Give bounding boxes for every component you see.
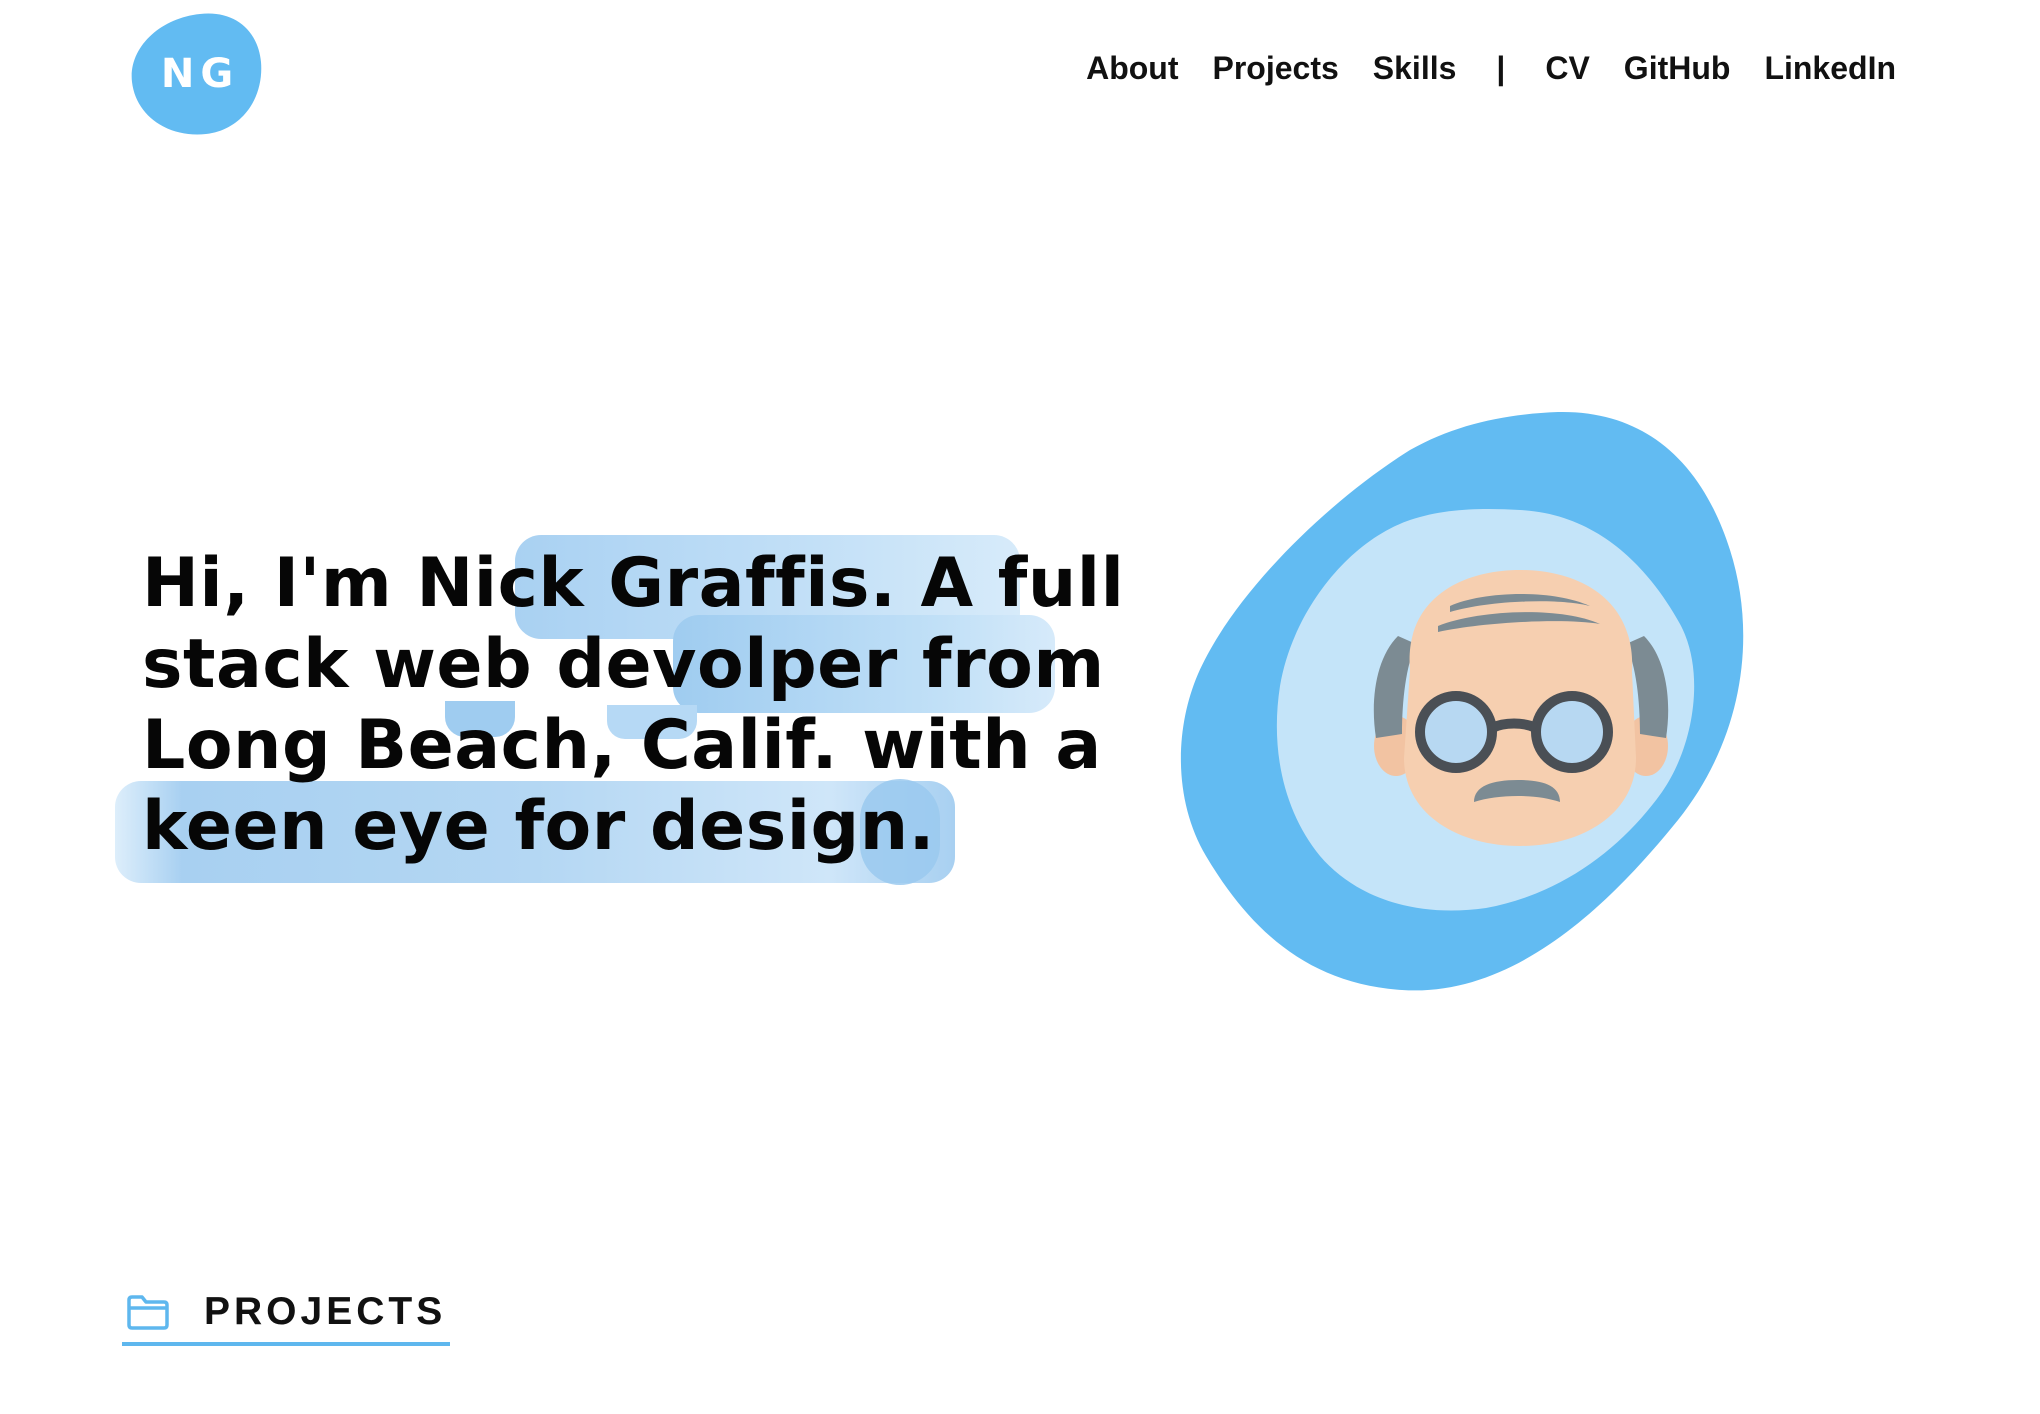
nav-cv[interactable]: CV <box>1545 50 1589 87</box>
nav-github[interactable]: GitHub <box>1624 50 1731 87</box>
projects-section-header[interactable]: PROJECTS <box>122 1290 451 1346</box>
main-nav: About Projects Skills | CV GitHub Linked… <box>1086 50 1896 87</box>
nav-about[interactable]: About <box>1086 50 1178 87</box>
bald-man-with-glasses-avatar <box>1180 411 1744 991</box>
hero-line-2: stack web devolper from <box>142 625 1105 704</box>
logo[interactable]: NG <box>130 12 264 136</box>
nav-linkedin[interactable]: LinkedIn <box>1764 50 1896 87</box>
hero-line-4: keen eye for design. <box>142 787 935 866</box>
nav-skills[interactable]: Skills <box>1373 50 1457 87</box>
hero-line-1: Hi, I'm Nick Graffis. A full <box>142 544 1125 623</box>
folder-icon <box>126 1294 170 1330</box>
avatar <box>1180 410 1800 1000</box>
hero-line-3: Long Beach, Calif. with a <box>142 706 1102 785</box>
nav-projects[interactable]: Projects <box>1213 50 1339 87</box>
nav-separator: | <box>1496 50 1506 86</box>
logo-text: NG <box>160 51 240 97</box>
hero-intro: Hi, I'm Nick Graffis. A full stack web d… <box>115 535 1145 885</box>
projects-title: PROJECTS <box>204 1290 447 1333</box>
